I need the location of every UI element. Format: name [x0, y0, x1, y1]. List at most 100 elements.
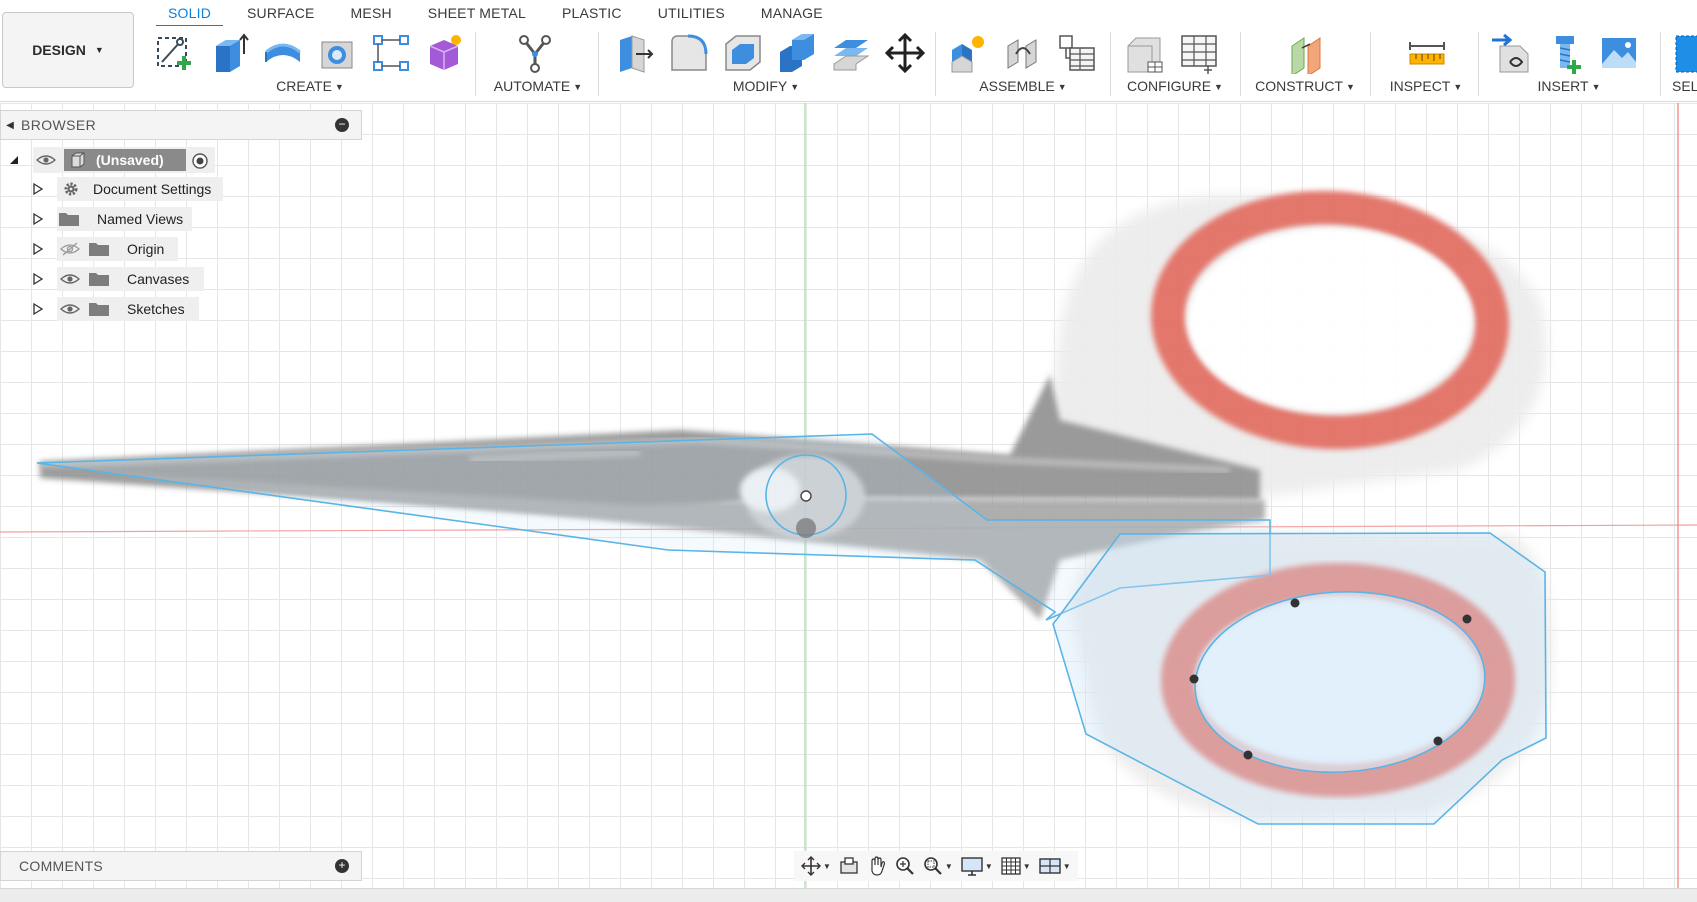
- add-comment-icon[interactable]: +: [335, 859, 349, 873]
- zoom-window-button[interactable]: ▼: [920, 853, 956, 879]
- spline-point[interactable]: [1462, 614, 1472, 624]
- press-pull-icon[interactable]: [612, 30, 658, 76]
- tab-utilities[interactable]: UTILITIES: [640, 0, 743, 26]
- revolve-icon[interactable]: [260, 30, 306, 76]
- toolbar-divider: [1478, 32, 1479, 96]
- modify-icons: [612, 30, 928, 76]
- modify-menu[interactable]: MODIFY ▼: [612, 78, 920, 94]
- joint-icon[interactable]: [1000, 30, 1046, 76]
- eye-icon[interactable]: [59, 272, 81, 286]
- toolbar-divider: [1370, 32, 1371, 96]
- navigation-bar: ▼ ▼ ▼ ▼ ▼: [794, 851, 1078, 881]
- tree-item-canvases[interactable]: Canvases: [57, 267, 204, 291]
- insert-derive-icon[interactable]: [1488, 30, 1534, 76]
- expand-arrow-icon[interactable]: [31, 272, 45, 286]
- select-group: SELI: [1668, 26, 1697, 102]
- toolbar-divider: [1240, 32, 1241, 96]
- offset-plane-icon[interactable]: [1284, 30, 1330, 76]
- folder-icon: [87, 301, 111, 317]
- configure-menu-label: CONFIGURE: [1127, 78, 1212, 94]
- inspect-menu[interactable]: INSPECT ▼: [1380, 78, 1472, 94]
- sketch-profile[interactable]: [36, 433, 1547, 825]
- display-settings-button[interactable]: ▼: [958, 853, 996, 879]
- fillet-icon[interactable]: [666, 30, 712, 76]
- tree-item-sketches[interactable]: Sketches: [57, 297, 199, 321]
- tab-mesh[interactable]: MESH: [333, 0, 410, 26]
- expand-arrow-icon[interactable]: [31, 212, 45, 226]
- spline-point[interactable]: [1189, 674, 1199, 684]
- configure-menu[interactable]: CONFIGURE ▼: [1122, 78, 1228, 94]
- toolbar-divider: [1110, 32, 1111, 96]
- create-sketch-icon[interactable]: [152, 30, 198, 76]
- hole-icon[interactable]: [314, 30, 360, 76]
- tab-surface[interactable]: SURFACE: [229, 0, 333, 26]
- grid-settings-button[interactable]: ▼: [998, 853, 1034, 879]
- chevron-down-icon: ▼: [984, 861, 993, 871]
- zoom-button[interactable]: [892, 853, 918, 879]
- eye-icon[interactable]: [35, 153, 57, 167]
- minimize-icon[interactable]: −: [335, 118, 349, 132]
- select-icon[interactable]: [1672, 30, 1697, 76]
- tree-item-origin[interactable]: Origin: [57, 237, 178, 261]
- look-at-button[interactable]: [836, 853, 862, 879]
- expand-arrow-icon[interactable]: [31, 242, 45, 256]
- folder-icon: [87, 271, 111, 287]
- canvas-viewport[interactable]: [0, 103, 1697, 888]
- chevron-down-icon: ▼: [94, 45, 104, 55]
- expand-triangle-icon[interactable]: [8, 154, 20, 166]
- canvas-image-icon[interactable]: [1596, 30, 1642, 76]
- tab-solid[interactable]: SOLID: [150, 0, 229, 28]
- document-name-badge[interactable]: (Unsaved): [64, 149, 186, 171]
- tree-item-document-settings[interactable]: Document Settings: [57, 177, 223, 201]
- select-menu[interactable]: SELI: [1672, 78, 1697, 94]
- origin-point[interactable]: [796, 518, 816, 538]
- insert-menu[interactable]: INSERT ▼: [1488, 78, 1650, 94]
- pan-button[interactable]: [864, 853, 890, 879]
- shell-icon[interactable]: [720, 30, 766, 76]
- spline-point[interactable]: [1243, 750, 1253, 760]
- select-menu-label: SELI: [1672, 78, 1697, 94]
- insert-mcmaster-icon[interactable]: [1542, 30, 1588, 76]
- table-icon[interactable]: [1054, 30, 1100, 76]
- new-component-icon[interactable]: [946, 30, 992, 76]
- assemble-menu[interactable]: ASSEMBLE ▼: [946, 78, 1100, 94]
- tab-sheet-metal[interactable]: SHEET METAL: [410, 0, 544, 26]
- expand-arrow-icon[interactable]: [31, 182, 45, 196]
- chevron-down-icon: ▼: [944, 861, 953, 871]
- collapse-arrow-icon[interactable]: ◀: [1, 120, 19, 131]
- configure-table-icon[interactable]: [1176, 30, 1222, 76]
- activate-radio-icon[interactable]: [191, 152, 209, 170]
- construct-menu[interactable]: CONSTRUCT ▼: [1252, 78, 1358, 94]
- tab-manage[interactable]: MANAGE: [743, 0, 841, 26]
- orbit-button[interactable]: ▼: [798, 853, 834, 879]
- folder-icon: [57, 211, 81, 227]
- browser-title: BROWSER: [21, 117, 97, 133]
- extrude-icon[interactable]: [206, 30, 252, 76]
- create-form-icon[interactable]: [422, 30, 468, 76]
- spline-point[interactable]: [1290, 598, 1300, 608]
- workspace-switcher-button[interactable]: DESIGN ▼: [2, 12, 134, 88]
- pivot-center-point[interactable]: [800, 490, 812, 502]
- offset-face-icon[interactable]: [828, 30, 874, 76]
- rectangular-pattern-icon[interactable]: [368, 30, 414, 76]
- insert-group: INSERT ▼: [1488, 26, 1650, 102]
- expand-arrow-icon[interactable]: [31, 302, 45, 316]
- viewports-button[interactable]: ▼: [1036, 853, 1074, 879]
- insert-icons: [1488, 30, 1642, 76]
- automate-menu[interactable]: AUTOMATE ▼: [490, 78, 586, 94]
- spline-point[interactable]: [1433, 736, 1443, 746]
- eye-icon[interactable]: [59, 302, 81, 316]
- move-icon[interactable]: [882, 30, 928, 76]
- eye-hidden-icon[interactable]: [59, 242, 81, 256]
- toolbar-divider: [935, 32, 936, 96]
- measure-icon[interactable]: [1404, 30, 1450, 76]
- configure-icon[interactable]: [1122, 30, 1168, 76]
- create-menu[interactable]: CREATE ▼: [152, 78, 468, 94]
- automate-icon[interactable]: [512, 30, 558, 76]
- browser-panel-header: ◀ BROWSER −: [0, 110, 362, 140]
- modify-group: MODIFY ▼: [612, 26, 926, 102]
- combine-icon[interactable]: [774, 30, 820, 76]
- tab-plastic[interactable]: PLASTIC: [544, 0, 640, 26]
- assemble-menu-label: ASSEMBLE: [979, 78, 1055, 94]
- tree-item-named-views[interactable]: Named Views: [57, 207, 192, 231]
